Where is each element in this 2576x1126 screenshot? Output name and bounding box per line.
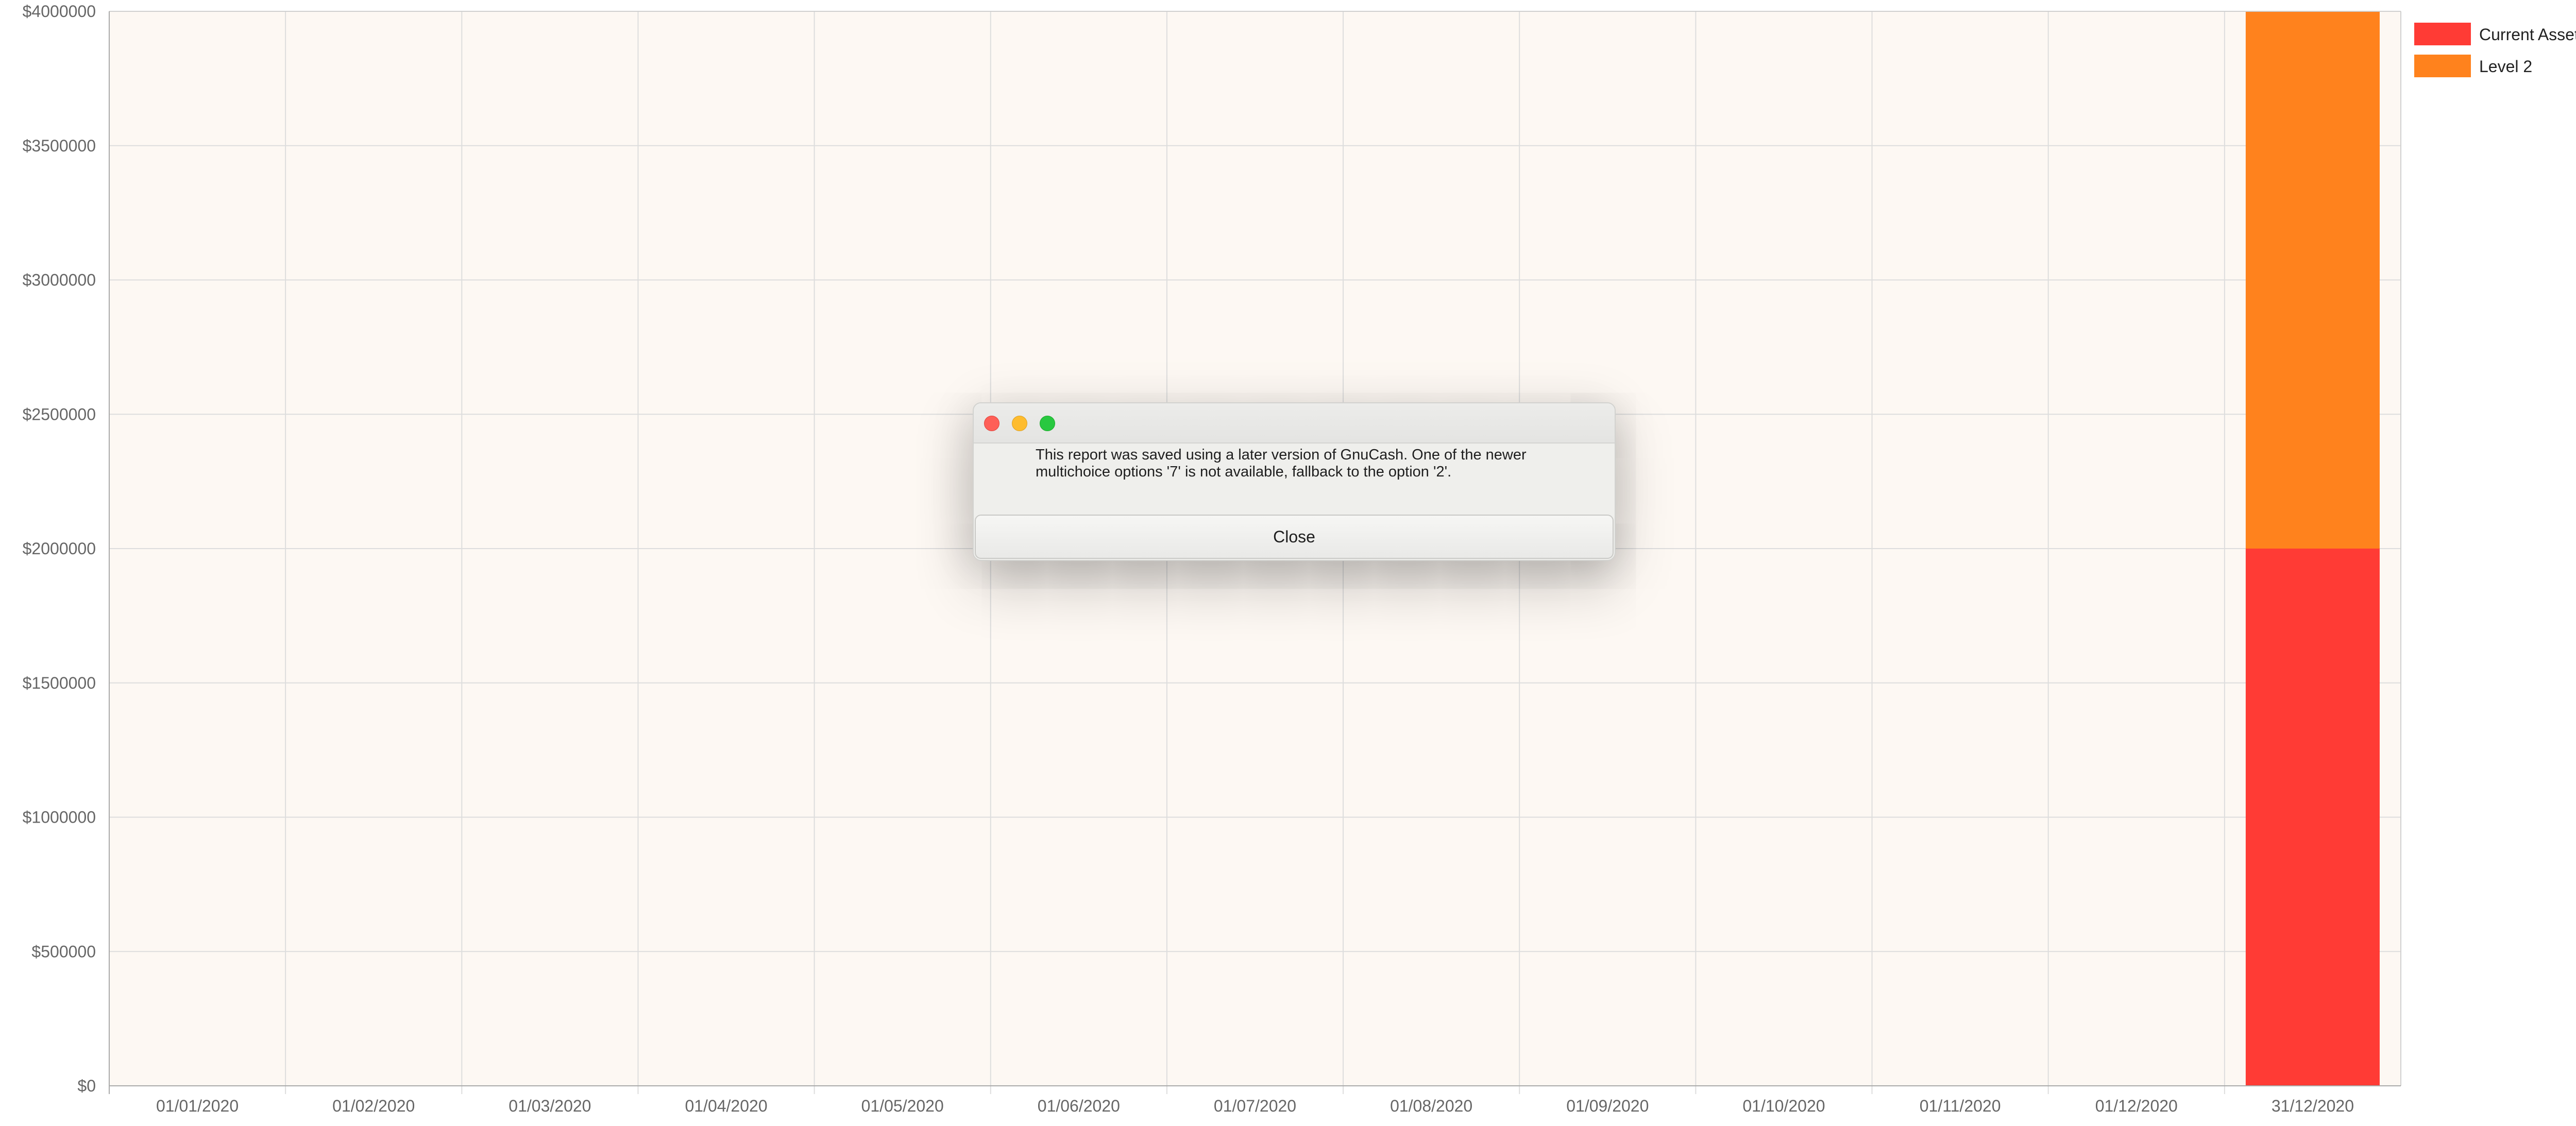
x-tick-label: 01/05/2020 — [861, 1097, 944, 1115]
dialog-message: This report was saved using a later vers… — [1036, 447, 1527, 480]
alert-dialog: This report was saved using a later vers… — [973, 402, 1616, 561]
x-tick-label: 01/03/2020 — [509, 1097, 591, 1115]
stacked-bar-chart: $0 $500000 $1000000 $1500000 $2000000 $250000… — [23, 2, 2576, 1115]
y-tick-label: $0 — [77, 1077, 96, 1095]
legend-label: Level 2 — [2479, 57, 2532, 76]
x-tick-label: 31/12/2020 — [2272, 1097, 2354, 1115]
close-button[interactable]: Close — [975, 515, 1614, 559]
x-tick-label: 01/06/2020 — [1038, 1097, 1120, 1115]
y-tick-label: $4000000 — [23, 2, 96, 21]
window-minimize-icon[interactable] — [1012, 416, 1027, 431]
window-zoom-icon[interactable] — [1040, 416, 1055, 431]
dialog-titlebar[interactable] — [974, 403, 1615, 443]
y-tick-label: $1500000 — [23, 674, 96, 692]
x-tick-label: 01/04/2020 — [685, 1097, 767, 1115]
x-tick-label: 01/02/2020 — [332, 1097, 415, 1115]
y-tick-label: $500000 — [31, 942, 96, 961]
x-tick-label: 01/12/2020 — [2095, 1097, 2178, 1115]
y-tick-label: $3500000 — [23, 137, 96, 155]
bar-current-assets[interactable] — [2245, 549, 2380, 1086]
legend-swatch — [2414, 55, 2471, 77]
y-tick-label: $3000000 — [23, 271, 96, 289]
bar-level-2[interactable] — [2245, 11, 2380, 549]
x-tick-label: 01/11/2020 — [1920, 1097, 2001, 1115]
y-tick-label: $2500000 — [23, 405, 96, 423]
x-tick-label: 01/07/2020 — [1214, 1097, 1296, 1115]
window-close-icon[interactable] — [984, 416, 999, 431]
x-tick-label: 01/08/2020 — [1390, 1097, 1472, 1115]
y-tick-label: $1000000 — [23, 808, 96, 827]
legend-label: Current Assets — [2479, 25, 2576, 44]
x-tick-label: 01/01/2020 — [156, 1097, 239, 1115]
y-tick-label: $2000000 — [23, 539, 96, 558]
x-tick-label: 01/10/2020 — [1742, 1097, 1825, 1115]
legend-swatch — [2414, 23, 2471, 45]
x-tick-label: 01/09/2020 — [1566, 1097, 1649, 1115]
